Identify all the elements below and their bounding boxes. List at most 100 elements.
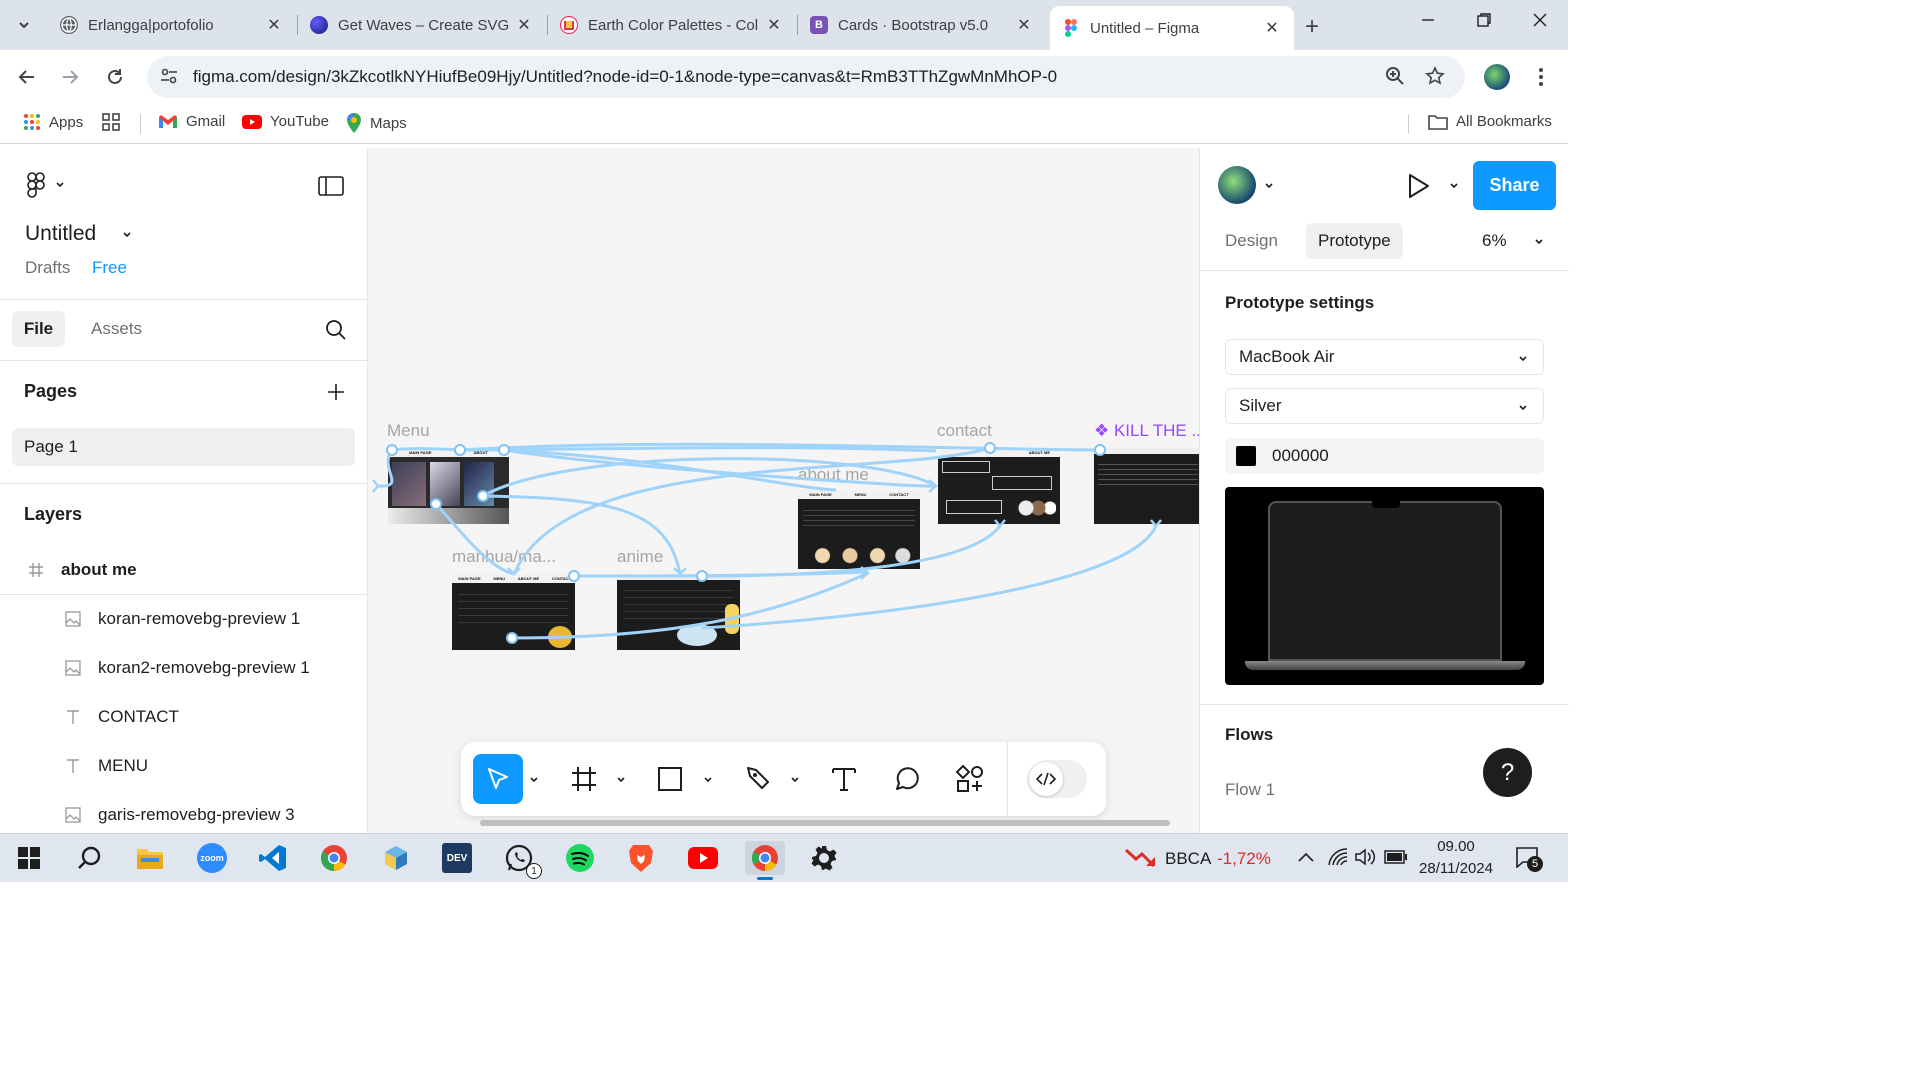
chevron-down-icon[interactable]: [1263, 179, 1275, 197]
user-avatar[interactable]: [1218, 166, 1256, 204]
chevron-down-icon[interactable]: [1448, 179, 1460, 197]
browser-tab[interactable]: Get Waves – Create SVG ✕: [298, 7, 546, 43]
tab-assets[interactable]: Assets: [91, 319, 142, 339]
spotify-icon[interactable]: [563, 841, 597, 875]
bookmark-youtube[interactable]: YouTube: [242, 113, 329, 130]
add-page-plus-icon[interactable]: [326, 382, 346, 407]
panel-toggle-icon[interactable]: [318, 176, 344, 201]
notifications-icon[interactable]: 5: [1515, 846, 1543, 873]
bookmark-star-icon[interactable]: [1425, 66, 1445, 91]
chrome-active-icon[interactable]: [745, 841, 785, 880]
connection-node[interactable]: [454, 444, 466, 456]
move-tool-button[interactable]: [473, 754, 523, 804]
chevron-down-icon[interactable]: [1533, 235, 1545, 253]
minimize-icon[interactable]: [1420, 12, 1436, 33]
connection-node[interactable]: [984, 442, 996, 454]
file-explorer-icon[interactable]: [133, 841, 167, 875]
color-swatch[interactable]: [1236, 446, 1256, 466]
device-color-select[interactable]: Silver: [1225, 388, 1544, 424]
connection-node[interactable]: [386, 444, 398, 456]
file-location[interactable]: Drafts: [25, 258, 70, 278]
chevron-down-icon[interactable]: [790, 772, 800, 790]
plan-badge[interactable]: Free: [92, 258, 127, 278]
back-arrow-icon[interactable]: [14, 64, 40, 90]
zoom-level[interactable]: 6%: [1482, 223, 1507, 259]
close-window-icon[interactable]: [1532, 12, 1548, 33]
settings-gear-icon[interactable]: [807, 841, 841, 875]
background-color-field[interactable]: 000000: [1225, 438, 1544, 474]
close-tab-icon[interactable]: ✕: [514, 15, 534, 35]
connection-node[interactable]: [477, 490, 489, 502]
stock-change[interactable]: -1,72%: [1217, 849, 1271, 869]
connection-node[interactable]: [568, 570, 580, 582]
windows-start-icon[interactable]: [12, 841, 46, 875]
brave-icon[interactable]: [624, 841, 658, 875]
close-tab-icon[interactable]: ✕: [1014, 15, 1034, 35]
browser-tab[interactable]: Erlangga|portofolio ✕: [48, 7, 296, 43]
comment-tool-icon[interactable]: [893, 765, 921, 798]
vscode-icon[interactable]: [256, 841, 290, 875]
battery-icon[interactable]: [1384, 850, 1408, 869]
layer-row[interactable]: CONTACT: [0, 697, 368, 737]
chevron-down-icon[interactable]: [703, 772, 713, 790]
stock-ticker[interactable]: BBCA: [1165, 849, 1211, 869]
help-button[interactable]: ?: [1483, 748, 1532, 797]
connection-node[interactable]: [506, 632, 518, 644]
device-select[interactable]: MacBook Air: [1225, 339, 1544, 375]
layer-row[interactable]: koran-removebg-preview 1: [0, 599, 368, 639]
forward-arrow-icon[interactable]: [57, 64, 83, 90]
design-canvas[interactable]: Menu manhua/ma... anime about me contact…: [368, 148, 1199, 833]
profile-avatar[interactable]: [1484, 64, 1510, 90]
layer-row[interactable]: about me: [0, 550, 368, 590]
zoom-app-icon[interactable]: zoom: [195, 841, 229, 875]
clock-date[interactable]: 28/11/2024: [1414, 860, 1498, 877]
chevron-up-icon[interactable]: [1297, 850, 1315, 869]
address-bar[interactable]: figma.com/design/3kZkcotlkNYHiufBe09Hjy/…: [147, 56, 1465, 98]
bookmark-gmail[interactable]: Gmail: [158, 113, 225, 130]
all-bookmarks[interactable]: All Bookmarks: [1428, 113, 1552, 130]
zoom-icon[interactable]: [1385, 66, 1405, 91]
file-title[interactable]: Untitled: [25, 222, 96, 246]
tab-groups-icon[interactable]: [102, 113, 120, 131]
browser-tab[interactable]: Earth Color Palettes - Col ✕: [548, 7, 796, 43]
layer-row[interactable]: garis-removebg-preview 3: [0, 795, 368, 835]
close-tab-icon[interactable]: ✕: [764, 15, 784, 35]
chevron-down-icon[interactable]: [616, 772, 626, 790]
chevron-down-icon[interactable]: [529, 772, 539, 790]
site-settings-icon[interactable]: [159, 66, 179, 91]
cube-app-icon[interactable]: [379, 841, 413, 875]
present-play-icon[interactable]: [1406, 173, 1430, 204]
connection-node[interactable]: [696, 570, 708, 582]
dev-mode-toggle[interactable]: [1027, 760, 1087, 798]
horizontal-scrollbar[interactable]: [480, 820, 1170, 826]
browser-tab[interactable]: B Cards · Bootstrap v5.0 ✕: [798, 7, 1046, 43]
tab-design[interactable]: Design: [1225, 223, 1278, 259]
search-icon[interactable]: [72, 841, 106, 875]
dev-community-icon[interactable]: DEV: [440, 841, 474, 875]
more-menu-icon[interactable]: [1528, 64, 1554, 90]
connection-node[interactable]: [1094, 444, 1106, 456]
restore-icon[interactable]: [1476, 12, 1492, 33]
tab-file[interactable]: File: [12, 311, 65, 347]
volume-icon[interactable]: [1354, 847, 1376, 872]
bookmark-apps[interactable]: Apps: [23, 113, 83, 131]
flow-item[interactable]: Flow 1: [1225, 780, 1275, 800]
pen-tool-icon[interactable]: [744, 764, 774, 799]
search-icon[interactable]: [325, 319, 347, 346]
main-menu-button[interactable]: [26, 172, 66, 198]
bookmark-maps[interactable]: Maps: [346, 113, 407, 133]
whatsapp-icon[interactable]: 1: [502, 841, 542, 879]
chrome-icon[interactable]: [317, 841, 351, 875]
tab-prototype[interactable]: Prototype: [1306, 223, 1403, 259]
page-item[interactable]: Page 1: [12, 428, 355, 466]
clock-time[interactable]: 09.00: [1418, 838, 1494, 855]
browser-tab-active[interactable]: Untitled – Figma ✕: [1050, 6, 1294, 50]
layer-row[interactable]: koran2-removebg-preview 1: [0, 648, 368, 688]
frame-tool-icon[interactable]: [571, 766, 597, 797]
close-tab-icon[interactable]: ✕: [264, 15, 284, 35]
share-button[interactable]: Share: [1473, 161, 1556, 210]
layer-row[interactable]: MENU: [0, 746, 368, 786]
reload-icon[interactable]: [102, 64, 128, 90]
actions-tool-icon[interactable]: [955, 764, 985, 799]
chevron-down-icon[interactable]: [121, 228, 133, 246]
